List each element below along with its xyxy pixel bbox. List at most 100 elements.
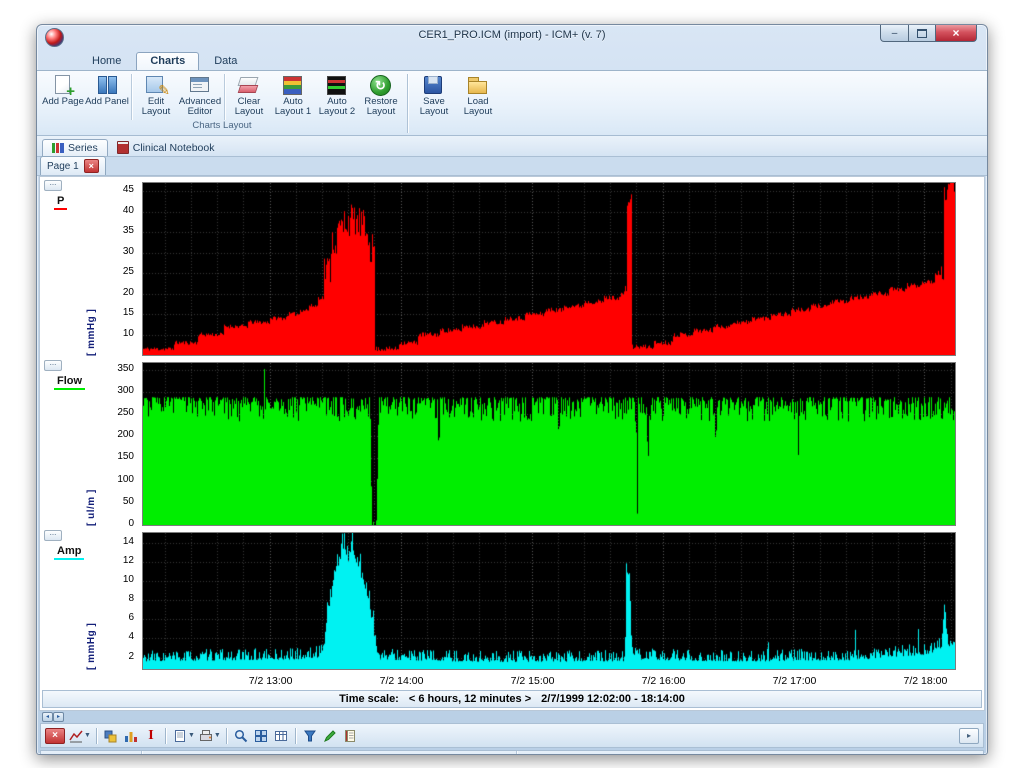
- tab-home[interactable]: Home: [79, 53, 134, 70]
- y-tick-label: 35: [123, 225, 134, 236]
- export-button[interactable]: [171, 727, 189, 745]
- y-tick-label: 350: [117, 363, 134, 374]
- advanced-editor-button[interactable]: Advanced Editor: [178, 73, 222, 118]
- maximize-button[interactable]: [909, 25, 936, 42]
- chart-panel-amp: ... Amp [ mmHg ] 2468101214: [42, 530, 982, 670]
- chevron-down-icon[interactable]: ▼: [84, 732, 91, 739]
- ribbon-button-label: Add Page: [42, 97, 84, 107]
- panel-options-button[interactable]: ...: [44, 360, 62, 371]
- zoom-button[interactable]: [232, 727, 250, 745]
- chevron-down-icon[interactable]: ▼: [214, 732, 221, 739]
- series-label-flow[interactable]: Flow: [54, 375, 85, 390]
- save-layout-button[interactable]: Save Layout: [412, 73, 456, 118]
- x-tick-label: 7/2 16:00: [642, 675, 686, 687]
- y-tick-label: 10: [123, 574, 134, 585]
- statistics-button[interactable]: [122, 727, 140, 745]
- arrange-panels-button[interactable]: [252, 727, 270, 745]
- y-tick-label: 50: [123, 496, 134, 507]
- ribbon-button-label: Auto Layout 1: [271, 97, 315, 118]
- status-cell-right: [517, 751, 983, 755]
- document-tab-strip: Series Clinical Notebook: [37, 136, 987, 157]
- close-icon[interactable]: ×: [84, 159, 99, 173]
- tab-series-label: Series: [68, 142, 98, 154]
- toolbar-overflow-button[interactable]: ▸: [959, 728, 979, 744]
- page-tab-strip: Page 1 ×: [37, 157, 987, 176]
- restore-layout-button[interactable]: Restore Layout: [359, 73, 403, 118]
- arrange-panels-icon: [254, 729, 268, 743]
- load-layout-button[interactable]: Load Layout: [456, 73, 500, 118]
- edit-layout-button[interactable]: Edit Layout: [134, 73, 178, 118]
- panel-options-button[interactable]: ...: [44, 180, 62, 191]
- auto-layout-2-button[interactable]: Auto Layout 2: [315, 73, 359, 118]
- y-tick-label: 25: [123, 266, 134, 277]
- plot-canvas-p[interactable]: [142, 182, 956, 356]
- annotate-button[interactable]: [321, 727, 339, 745]
- ribbon-group-caption-empty: [412, 118, 500, 131]
- clear-layout-button[interactable]: Clear Layout: [227, 73, 271, 118]
- y-tick-label: 12: [123, 555, 134, 566]
- plot-canvas-flow[interactable]: [142, 362, 956, 526]
- plot-canvas-amp[interactable]: [142, 532, 956, 670]
- ribbon-tab-strip: Home Charts Data: [37, 49, 987, 71]
- y-tick-label: 45: [123, 184, 134, 195]
- add-page-icon: [51, 74, 75, 96]
- snapshot-button[interactable]: [197, 727, 215, 745]
- close-button[interactable]: ×: [936, 25, 977, 42]
- chart-options-button[interactable]: [67, 727, 85, 745]
- y-axis-unit-label: [ mmHg ]: [86, 530, 97, 670]
- annotate-icon: [323, 729, 337, 743]
- axis-setup-icon: [104, 729, 118, 743]
- tab-data[interactable]: Data: [201, 53, 250, 70]
- tab-series[interactable]: Series: [42, 139, 108, 156]
- auto-layout-1-button[interactable]: Auto Layout 1: [271, 73, 315, 118]
- tab-page-1[interactable]: Page 1 ×: [40, 156, 106, 175]
- ribbon-button-label: Clear Layout: [227, 97, 271, 118]
- titlebar[interactable]: CER1_PRO.ICM (import) - ICM+ (v. 7) – ×: [37, 25, 987, 49]
- scroll-right-button[interactable]: ▸: [53, 712, 64, 722]
- mini-nav-row: ◂ ▸: [40, 712, 984, 722]
- chevron-down-icon[interactable]: ▼: [188, 732, 195, 739]
- ribbon-button-label: Load Layout: [456, 97, 500, 118]
- ribbon-button-label: Auto Layout 2: [315, 97, 359, 118]
- ribbon-group-save-load: Save Layout Load Layout: [412, 72, 500, 135]
- y-tick-label: 4: [128, 631, 134, 642]
- add-panel-button[interactable]: Add Panel: [85, 73, 129, 107]
- time-scale-value: < 6 hours, 12 minutes >: [409, 693, 531, 705]
- ribbon-button-label: Restore Layout: [359, 97, 403, 118]
- clinical-notebook-icon: [117, 141, 129, 154]
- tab-charts[interactable]: Charts: [136, 52, 199, 70]
- load-layout-icon: [466, 74, 490, 96]
- status-cell-empty: [41, 751, 142, 755]
- ribbon: Add Page Add Panel Edit Layout Advanced …: [37, 71, 987, 136]
- toolbar-separator: [165, 728, 166, 744]
- axis-setup-button[interactable]: [102, 727, 120, 745]
- series-icon: [52, 143, 64, 153]
- panel-options-button[interactable]: ...: [44, 530, 62, 541]
- filter-button[interactable]: [301, 727, 319, 745]
- y-tick-label: 300: [117, 385, 134, 396]
- y-tick-label: 250: [117, 407, 134, 418]
- y-tick-label: 20: [123, 287, 134, 298]
- tab-clinical-notebook[interactable]: Clinical Notebook: [108, 139, 224, 156]
- y-axis-ticks: 050100150200250300350: [108, 360, 137, 526]
- notebook-button[interactable]: [341, 727, 359, 745]
- y-tick-label: 6: [128, 612, 134, 623]
- x-tick-label: 7/2 14:00: [380, 675, 424, 687]
- y-tick-label: 40: [123, 205, 134, 216]
- snapshot-icon: [199, 729, 213, 743]
- advanced-editor-icon: [188, 74, 212, 96]
- y-tick-label: 200: [117, 429, 134, 440]
- minimize-button[interactable]: –: [880, 25, 909, 42]
- y-tick-label: 14: [123, 536, 134, 547]
- series-label-amp[interactable]: Amp: [54, 545, 84, 560]
- add-page-button[interactable]: Add Page: [41, 73, 85, 107]
- scroll-left-button[interactable]: ◂: [42, 712, 53, 722]
- event-marker-button[interactable]: I: [142, 727, 160, 745]
- delete-button[interactable]: ×: [45, 728, 65, 744]
- ribbon-group-separator: [407, 74, 408, 133]
- data-table-button[interactable]: [272, 727, 290, 745]
- time-scale-bar: Time scale: < 6 hours, 12 minutes > 2/7/…: [42, 690, 982, 708]
- filter-icon: [303, 729, 317, 743]
- series-label-p[interactable]: P: [54, 195, 67, 210]
- ribbon-separator: [224, 74, 225, 120]
